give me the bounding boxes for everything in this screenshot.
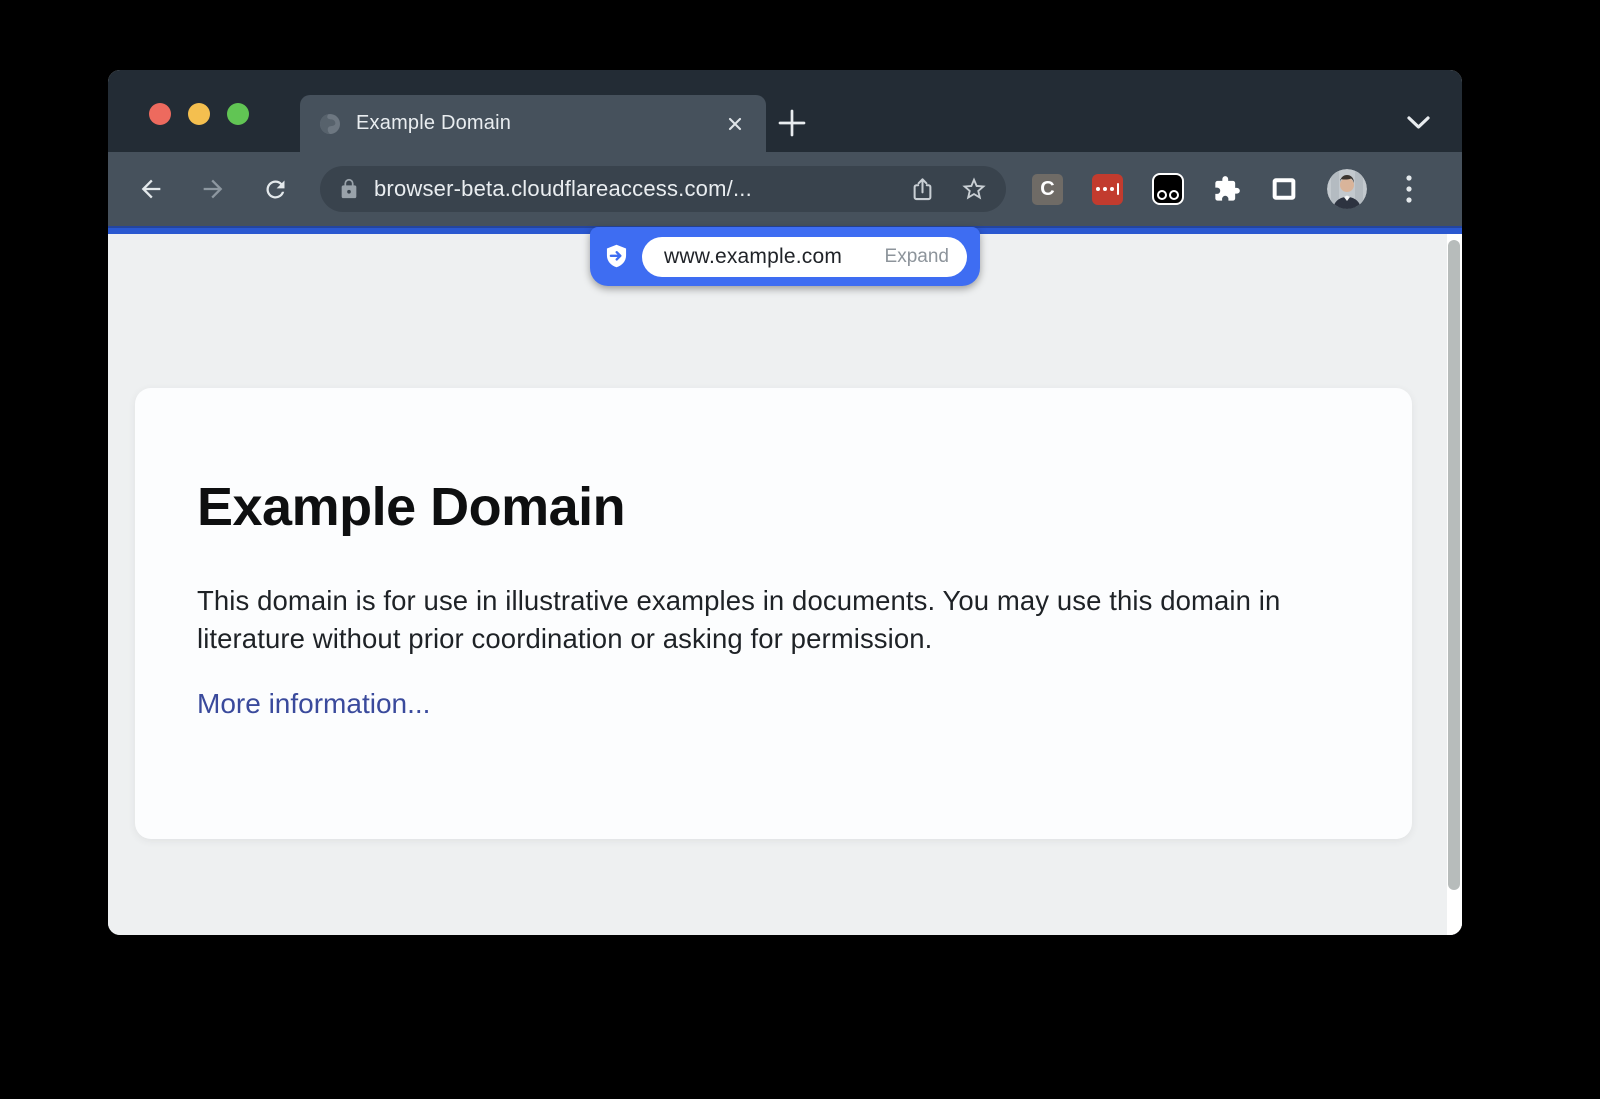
toolbar: browser-beta.cloudflareaccess.com/... C <box>108 152 1462 226</box>
expand-button[interactable]: Expand <box>885 246 949 268</box>
extensions-puzzle-icon[interactable] <box>1213 175 1241 203</box>
window-minimize-button[interactable] <box>188 103 210 125</box>
plus-icon <box>777 108 807 138</box>
tab-search-button[interactable] <box>1404 110 1432 136</box>
address-bar[interactable]: browser-beta.cloudflareaccess.com/... <box>320 166 1006 212</box>
page-paragraph: This domain is for use in illustrative e… <box>197 582 1352 658</box>
share-icon[interactable] <box>909 176 936 203</box>
tab-strip: Example Domain <box>108 70 1462 152</box>
url-text: browser-beta.cloudflareaccess.com/... <box>374 176 897 202</box>
chevron-down-icon <box>1405 113 1432 133</box>
globe-favicon-icon <box>318 112 342 136</box>
forward-arrow-icon <box>199 175 227 203</box>
back-button[interactable] <box>130 168 172 210</box>
page-content: Example Domain This domain is for use in… <box>108 234 1462 935</box>
traffic-lights <box>149 103 249 125</box>
page-title: Example Domain <box>197 476 1352 538</box>
window-zoom-button[interactable] <box>227 103 249 125</box>
isolation-inner-pill: www.example.com Expand <box>642 237 967 277</box>
reload-button[interactable] <box>254 168 296 210</box>
browser-window: Example Domain <box>108 70 1462 935</box>
isolation-host-pill[interactable]: www.example.com Expand <box>590 227 980 286</box>
extension-password-manager-icon[interactable] <box>1092 174 1123 205</box>
window-close-button[interactable] <box>149 103 171 125</box>
example-domain-card: Example Domain This domain is for use in… <box>135 388 1412 839</box>
isolated-host-text: www.example.com <box>664 245 842 269</box>
new-tab-button[interactable] <box>772 103 812 143</box>
extension-two-circles-icon[interactable] <box>1152 173 1184 205</box>
forward-button[interactable] <box>192 168 234 210</box>
extensions-row: C <box>1032 169 1422 209</box>
side-panel-icon[interactable] <box>1270 175 1298 203</box>
tab-close-icon[interactable] <box>722 111 748 137</box>
isolation-shield-icon <box>603 243 630 270</box>
bookmark-star-icon[interactable] <box>960 175 988 203</box>
active-tab[interactable]: Example Domain <box>300 95 766 152</box>
more-information-link[interactable]: More information... <box>197 688 430 720</box>
reload-icon <box>262 176 289 203</box>
profile-avatar[interactable] <box>1327 169 1367 209</box>
avatar-photo <box>1327 169 1367 209</box>
lock-icon <box>338 178 360 200</box>
scrollbar-thumb[interactable] <box>1448 240 1460 890</box>
tab-title: Example Domain <box>356 112 722 135</box>
back-arrow-icon <box>137 175 165 203</box>
scrollbar-track[interactable] <box>1447 234 1462 935</box>
extension-c-icon[interactable]: C <box>1032 174 1063 205</box>
kebab-menu-icon <box>1405 174 1413 204</box>
browser-menu-button[interactable] <box>1396 174 1422 204</box>
